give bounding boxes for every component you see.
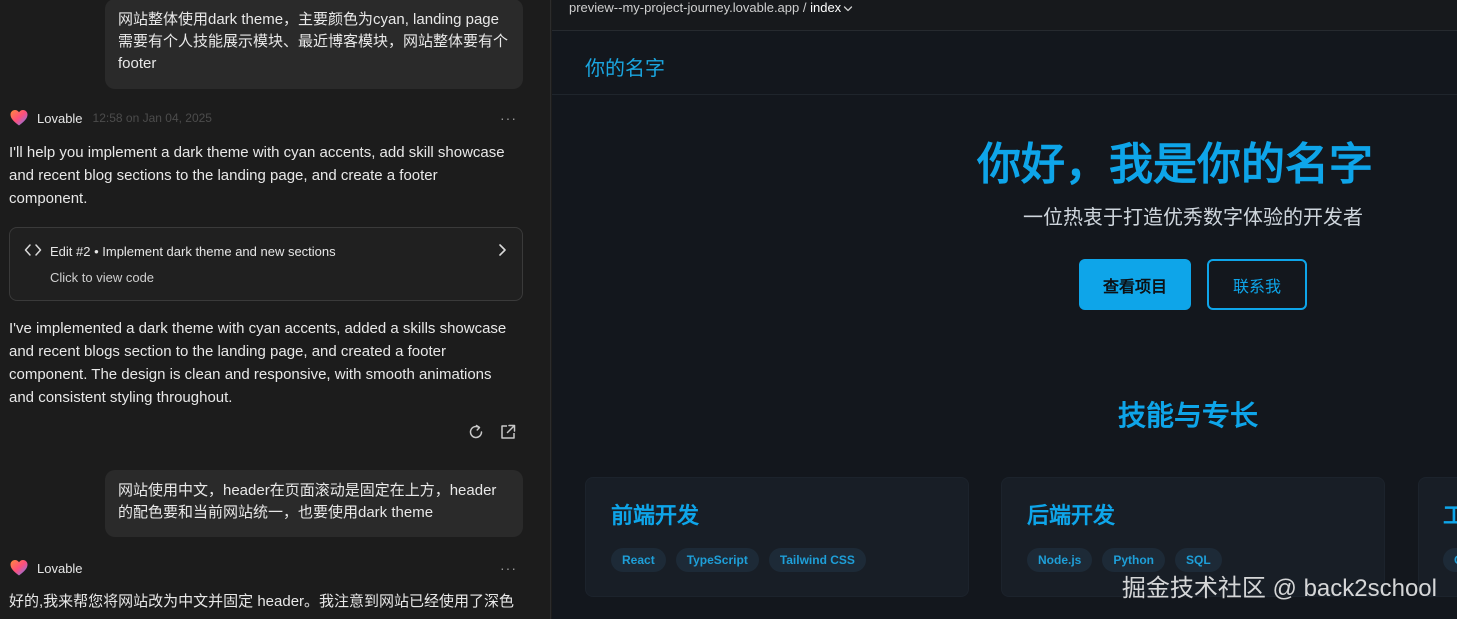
site-preview: 你的名字 你好，我是你的名字 一位热衷于打造优秀数字体验的开发者 查看项目 联系… [552,31,1457,619]
view-projects-button[interactable]: 查看项目 [1079,259,1191,310]
app-window: 网站整体使用dark theme，主要颜色为cyan, landing page… [0,0,1457,619]
skill-title: 后端开发 [1027,503,1116,528]
skill-tag: C [1443,548,1457,572]
skill-title: 工 [1443,503,1457,528]
skill-card: 前端开发 React TypeScript Tailwind CSS [585,477,969,597]
chevron-right-icon [499,244,506,256]
url-bar: preview--my-project-journey.lovable.app … [552,0,1457,31]
skill-tags: React TypeScript Tailwind CSS [611,548,866,572]
message-timestamp: 12:58 on Jan 04, 2025 [92,111,212,125]
refresh-button[interactable] [467,423,485,441]
edit-card[interactable]: Edit #2 • Implement dark theme and new s… [9,227,523,301]
skill-title: 前端开发 [611,503,700,528]
open-external-button[interactable] [499,423,517,441]
edit-title: Edit #2 • Implement dark theme and new s… [50,244,336,259]
url-separator: / [799,0,811,15]
contact-button[interactable]: 联系我 [1207,259,1307,310]
lovable-heart-icon [10,560,28,576]
skill-tag: React [611,548,666,572]
more-options-button[interactable]: ··· [500,110,523,126]
lovable-heart-icon [10,110,28,126]
skill-tags: C [1443,548,1457,572]
user-message: 网站使用中文，header在页面滚动是固定在上方，header 的配色要和当前网… [105,470,523,537]
skill-tag: Tailwind CSS [768,548,866,572]
assistant-name: Lovable [37,560,83,576]
assistant-message: I'll help you implement a dark theme wit… [9,144,505,207]
assistant-name: Lovable [37,110,83,126]
hero-subtitle: 一位热衷于打造优秀数字体验的开发者 [1023,207,1363,229]
assistant-header: Lovable ··· [9,558,523,578]
assistant-message: I've implemented a dark theme with cyan … [9,320,507,406]
assistant-message: 好的,我来帮您将网站改为中文并固定 header。我注意到网站已经使用了深色 [9,593,515,610]
edit-subtitle: Click to view code [50,270,155,285]
assistant-header: Lovable 12:58 on Jan 04, 2025 ··· [9,108,523,128]
url-text[interactable]: preview--my-project-journey.lovable.app … [569,0,853,15]
chat-panel: 网站整体使用dark theme，主要颜色为cyan, landing page… [0,0,551,619]
code-icon [24,244,42,256]
more-options-button[interactable]: ··· [500,560,523,576]
external-link-icon [501,424,516,439]
skills-section-title: 技能与专长 [1118,399,1259,432]
url-host: preview--my-project-journey.lovable.app [569,0,800,15]
skill-tag: TypeScript [675,548,759,572]
site-header: 你的名字 [552,31,1457,95]
watermark: 掘金技术社区 @ back2school [1121,575,1437,602]
user-message: 网站整体使用dark theme，主要颜色为cyan, landing page… [105,0,523,89]
skill-tag: Node.js [1027,548,1093,572]
url-page: index [810,0,842,15]
site-brand[interactable]: 你的名字 [585,52,665,81]
refresh-icon [469,424,483,439]
hero-title: 你好，我是你的名字 [977,139,1373,190]
preview-panel: preview--my-project-journey.lovable.app … [552,0,1457,619]
message-actions [467,423,517,441]
chevron-down-icon[interactable] [843,5,853,13]
